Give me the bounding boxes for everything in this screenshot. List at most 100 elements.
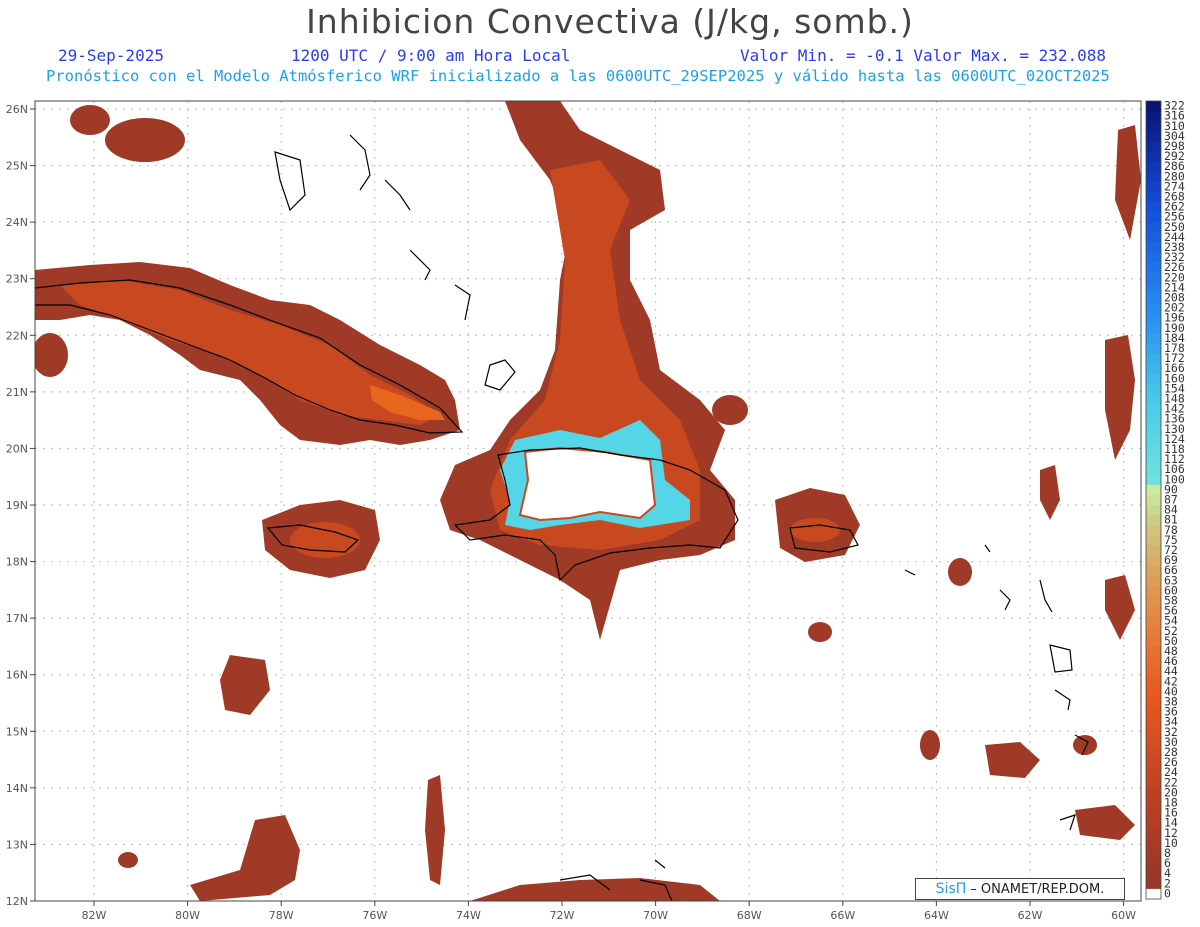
lat-label: 21N <box>6 386 28 399</box>
field-hispaniola-blank <box>518 446 657 522</box>
colorbar-swatch <box>1146 848 1161 859</box>
colorbar-swatch <box>1146 141 1161 152</box>
lat-label: 18N <box>6 556 28 569</box>
lon-label: 66W <box>830 909 855 922</box>
credit-box: SisΠ – ONAMET/REP.DOM. <box>915 878 1125 900</box>
lat-label: 14N <box>6 782 28 795</box>
colorbar-swatch <box>1146 545 1161 556</box>
colorbar-swatch <box>1146 585 1161 597</box>
field-east-7 <box>948 558 972 586</box>
colorbar-swatch <box>1146 202 1161 213</box>
colorbar-swatch <box>1146 252 1161 264</box>
colorbar-swatch <box>1146 535 1161 546</box>
colorbar-swatch <box>1146 171 1161 183</box>
colorbar-swatch <box>1146 131 1161 142</box>
lon-label: 76W <box>362 909 387 922</box>
colorbar-swatch <box>1146 484 1161 496</box>
lon-label: 72W <box>550 909 575 922</box>
colorbar-swatch <box>1146 616 1161 627</box>
lat-label: 12N <box>6 895 28 908</box>
field-east-10 <box>712 395 748 425</box>
lat-label: 16N <box>6 669 28 682</box>
colorbar-swatch <box>1146 242 1161 253</box>
colorbar-swatch <box>1146 808 1161 819</box>
colorbar-swatch <box>1146 878 1161 890</box>
colorbar-swatch <box>1146 474 1161 486</box>
credit-text: – ONAMET/REP.DOM. <box>970 881 1105 897</box>
field-florida-keys <box>105 118 185 162</box>
field-east-8 <box>808 622 832 642</box>
colorbar-swatch <box>1146 525 1161 536</box>
colorbar-swatch <box>1146 494 1161 506</box>
colorbar-swatch <box>1146 858 1161 870</box>
colorbar-swatch <box>1146 191 1161 203</box>
field-east-11 <box>1073 735 1097 755</box>
colorbar-swatch <box>1146 222 1161 233</box>
lat-label: 22N <box>6 329 28 342</box>
colorbar-swatch <box>1146 313 1161 324</box>
colorbar-swatch <box>1146 434 1161 445</box>
colorbar-swatch <box>1146 292 1161 304</box>
lat-label: 13N <box>6 838 28 851</box>
colorbar-swatch <box>1146 747 1161 758</box>
colorbar-swatch <box>1146 373 1161 385</box>
lat-label: 25N <box>6 160 28 173</box>
colorbar-label: 0 <box>1164 886 1171 900</box>
field-sw <box>118 852 138 868</box>
colorbar-swatch <box>1146 363 1161 375</box>
colorbar-swatch <box>1146 717 1161 728</box>
colorbar-swatch <box>1146 424 1161 435</box>
colorbar-swatch <box>1146 888 1161 900</box>
colorbar-swatch <box>1146 737 1161 748</box>
lon-label: 60W <box>1111 909 1136 922</box>
colorbar-swatch <box>1146 323 1161 334</box>
colorbar-swatch <box>1146 676 1161 688</box>
colorbar-swatch <box>1146 272 1161 284</box>
colorbar-swatch <box>1146 777 1161 789</box>
colorbar-swatch <box>1146 838 1161 849</box>
colorbar-swatch <box>1146 212 1161 223</box>
colorbar-swatch <box>1146 464 1161 476</box>
colorbar-swatch <box>1146 353 1161 365</box>
field-west-isle <box>35 333 68 377</box>
colorbar-swatch <box>1146 383 1161 395</box>
colorbar-swatch <box>1146 696 1161 708</box>
colorbar-swatch <box>1146 757 1161 769</box>
colorbar-swatch <box>1146 646 1161 657</box>
colorbar-swatch <box>1146 161 1161 173</box>
lon-label: 62W <box>1018 909 1043 922</box>
colorbar-swatch <box>1146 444 1161 455</box>
map-canvas: 12N 13N 14N 15N 16N 17N 18N 19N 20N 21N 22N 23N 24N 2… <box>6 99 1185 922</box>
colorbar-swatch <box>1146 636 1161 647</box>
colorbar-swatch <box>1146 666 1161 678</box>
lon-label: 82W <box>82 909 107 922</box>
colorbar-swatch <box>1146 787 1161 799</box>
lat-label: 23N <box>6 273 28 286</box>
colorbar-swatch <box>1146 575 1161 587</box>
colorbar-swatch <box>1146 868 1161 880</box>
lat-label: 19N <box>6 499 28 512</box>
colorbar-swatch <box>1146 505 1161 516</box>
colorbar-swatch <box>1146 555 1161 567</box>
colorbar-swatch <box>1146 727 1161 738</box>
lon-label: 78W <box>269 909 294 922</box>
colorbar-swatch <box>1146 303 1161 314</box>
lat-label: 17N <box>6 612 28 625</box>
colorbar-swatch <box>1146 121 1161 132</box>
colorbar-swatch <box>1146 686 1161 698</box>
colorbar-swatch <box>1146 282 1161 294</box>
sispi-logo-text: SisΠ <box>935 881 967 897</box>
colorbar-swatch <box>1146 818 1161 829</box>
colorbar-swatch <box>1146 606 1161 617</box>
field-jamaica-hot <box>290 522 360 558</box>
lat-label: 26N <box>6 103 28 116</box>
colorbar-swatch <box>1146 707 1161 718</box>
field-east-9 <box>920 730 940 760</box>
field-nw <box>70 105 110 135</box>
colorbar-swatch <box>1146 595 1161 607</box>
lon-label: 74W <box>456 909 481 922</box>
colorbar-swatch <box>1146 111 1161 122</box>
colorbar-swatch <box>1146 393 1161 405</box>
colorbar-swatch <box>1146 656 1161 668</box>
colorbar: 3223163103042982922862802742682622562502… <box>1145 99 1185 900</box>
